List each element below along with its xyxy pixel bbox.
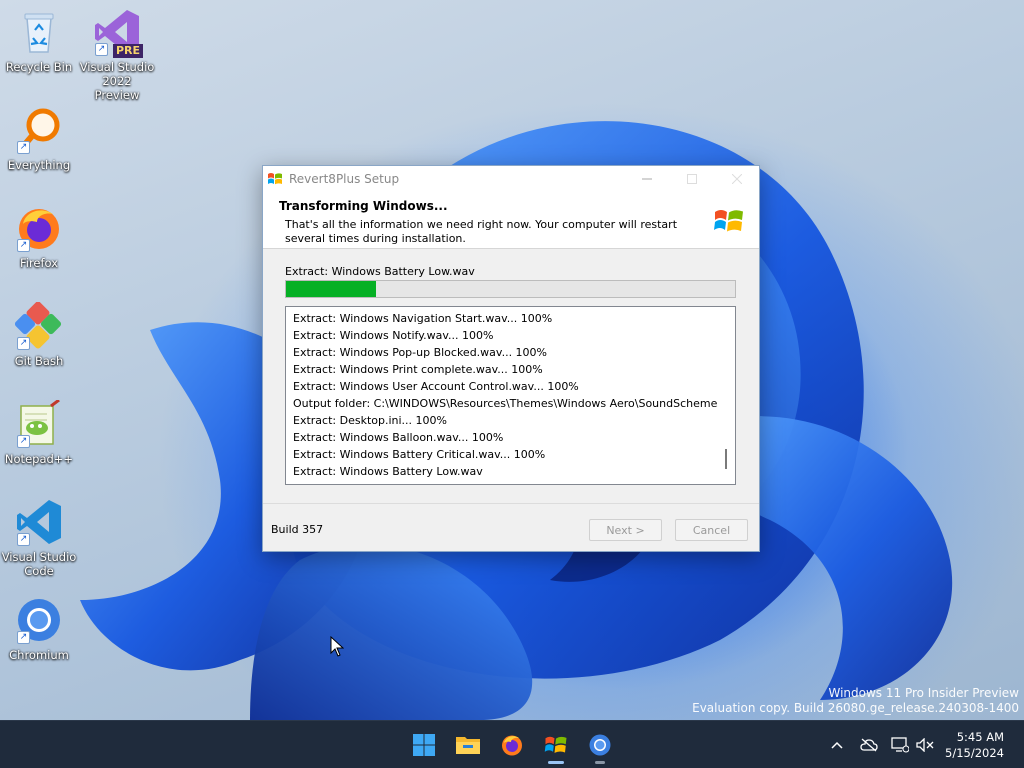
desktop-icon-everything[interactable]: ↗ Everything bbox=[1, 106, 77, 172]
desktop[interactable]: Recycle Bin PRE ↗ Visual Studio 2022 Pre… bbox=[0, 0, 1024, 720]
shortcut-arrow-icon: ↗ bbox=[17, 239, 30, 252]
windows-flag-icon bbox=[268, 173, 282, 185]
desktop-icon-visual-studio-2022-preview[interactable]: PRE ↗ Visual Studio 2022 Preview bbox=[79, 8, 155, 102]
chevron-up-icon bbox=[831, 741, 843, 749]
desktop-icon-label: Firefox bbox=[19, 256, 59, 270]
taskbar-firefox[interactable] bbox=[496, 729, 528, 761]
recycle-bin-icon bbox=[24, 13, 54, 53]
taskbar-clock[interactable]: 5:45 AM 5/15/2024 bbox=[945, 729, 1004, 761]
log-line: Extract: Windows Notify.wav... 100% bbox=[293, 329, 494, 342]
onedrive-tray-button[interactable] bbox=[858, 734, 880, 756]
maximize-button[interactable] bbox=[669, 166, 714, 192]
current-action-label: Extract: Windows Battery Low.wav bbox=[285, 265, 475, 278]
shortcut-arrow-icon: ↗ bbox=[17, 435, 30, 448]
taskbar-revert8plus-setup[interactable] bbox=[540, 729, 572, 764]
install-progress-bar bbox=[285, 280, 736, 298]
minimize-button[interactable] bbox=[624, 166, 669, 192]
log-line: Output folder: C:\WINDOWS\Resources\Them… bbox=[293, 397, 718, 410]
firefox-icon bbox=[502, 735, 522, 756]
desktop-icon-label: Visual Studio 2022 Preview bbox=[79, 60, 155, 102]
minimize-icon bbox=[641, 178, 652, 180]
running-indicator bbox=[595, 761, 605, 764]
mouse-cursor-icon bbox=[330, 636, 344, 657]
desktop-icon-label: Visual Studio Code bbox=[1, 550, 77, 578]
desktop-icon-label: Everything bbox=[7, 158, 71, 172]
desktop-icon-git-bash[interactable]: ↗ Git Bash bbox=[1, 301, 77, 368]
desktop-icon-chromium[interactable]: ↗ Chromium bbox=[1, 596, 77, 662]
next-button[interactable]: Next > bbox=[589, 519, 662, 541]
close-button[interactable] bbox=[714, 166, 759, 192]
taskbar-chromium[interactable] bbox=[584, 729, 616, 764]
progress-fill bbox=[286, 281, 376, 297]
header-subtitle: That's all the information we need right… bbox=[285, 218, 678, 245]
network-monitor-icon bbox=[891, 737, 909, 753]
cancel-button[interactable]: Cancel bbox=[675, 519, 748, 541]
shortcut-arrow-icon: ↗ bbox=[95, 43, 108, 56]
desktop-icon-label: Git Bash bbox=[14, 354, 64, 368]
log-line: Extract: Windows Print complete.wav... 1… bbox=[293, 363, 543, 376]
taskbar[interactable]: 5:45 AM 5/15/2024 bbox=[0, 720, 1024, 768]
footer-divider bbox=[263, 503, 759, 504]
chromium-icon bbox=[589, 734, 611, 756]
start-icon bbox=[413, 734, 435, 756]
log-line: Extract: Windows User Account Control.wa… bbox=[293, 380, 579, 393]
maximize-icon bbox=[686, 174, 697, 184]
volume-muted-icon bbox=[916, 738, 934, 752]
desktop-icon-notepad-plus-plus[interactable]: ↗ Notepad++ bbox=[1, 398, 77, 466]
revert8plus-setup-icon bbox=[544, 736, 567, 753]
log-line: Extract: Windows Battery Critical.wav...… bbox=[293, 448, 546, 461]
desktop-icon-firefox[interactable]: ↗ Firefox bbox=[1, 204, 77, 270]
file-explorer-icon bbox=[456, 737, 480, 754]
watermark-line-1: Windows 11 Pro Insider Preview bbox=[828, 686, 1019, 700]
network-tray-button[interactable] bbox=[889, 734, 911, 756]
install-log[interactable]: Extract: Windows Navigation Start.wav...… bbox=[285, 306, 736, 485]
log-line: Extract: Windows Pop-up Blocked.wav... 1… bbox=[293, 346, 548, 359]
cloud-offline-icon bbox=[860, 738, 878, 752]
build-number: Build 357 bbox=[271, 523, 324, 536]
start-button[interactable] bbox=[408, 729, 440, 761]
setup-window[interactable]: Revert8Plus Setup Transforming Windows..… bbox=[262, 165, 760, 552]
windows-logo-icon bbox=[714, 210, 743, 232]
taskbar-file-explorer[interactable] bbox=[452, 729, 484, 761]
clock-time: 5:45 AM bbox=[956, 730, 1004, 744]
setup-header: Transforming Windows... That's all the i… bbox=[263, 192, 759, 249]
log-scrollbar[interactable] bbox=[719, 307, 735, 484]
shortcut-arrow-icon: ↗ bbox=[17, 337, 30, 350]
evaluation-watermark: Windows 11 Pro Insider Preview Evaluatio… bbox=[692, 686, 1019, 716]
log-scrollbar-thumb[interactable] bbox=[725, 449, 727, 469]
show-hidden-icons-button[interactable] bbox=[826, 734, 848, 756]
preview-badge: PRE bbox=[112, 44, 143, 58]
shortcut-arrow-icon: ↗ bbox=[17, 631, 30, 644]
log-line: Extract: Windows Balloon.wav... 100% bbox=[293, 431, 504, 444]
window-title: Revert8Plus Setup bbox=[289, 172, 400, 186]
desktop-icon-label: Notepad++ bbox=[4, 452, 74, 466]
shortcut-arrow-icon: ↗ bbox=[17, 533, 30, 546]
log-line: Extract: Windows Navigation Start.wav...… bbox=[293, 312, 553, 325]
desktop-icon-label: Recycle Bin bbox=[5, 60, 73, 74]
log-line: Extract: Windows Battery Low.wav bbox=[293, 465, 483, 478]
desktop-icon-label: Chromium bbox=[9, 648, 69, 662]
watermark-line-2: Evaluation copy. Build 26080.ge_release.… bbox=[692, 701, 1019, 715]
desktop-icon-visual-studio-code[interactable]: ↗ Visual Studio Code bbox=[1, 498, 77, 578]
clock-date: 5/15/2024 bbox=[945, 746, 1004, 760]
close-icon bbox=[731, 174, 742, 184]
log-line: Extract: Desktop.ini... 100% bbox=[293, 414, 447, 427]
header-title: Transforming Windows... bbox=[279, 199, 448, 213]
volume-tray-button[interactable] bbox=[914, 734, 936, 756]
running-indicator bbox=[548, 761, 564, 764]
window-titlebar[interactable]: Revert8Plus Setup bbox=[263, 166, 759, 192]
desktop-icon-recycle-bin[interactable]: Recycle Bin bbox=[1, 8, 77, 74]
shortcut-arrow-icon: ↗ bbox=[17, 141, 30, 154]
